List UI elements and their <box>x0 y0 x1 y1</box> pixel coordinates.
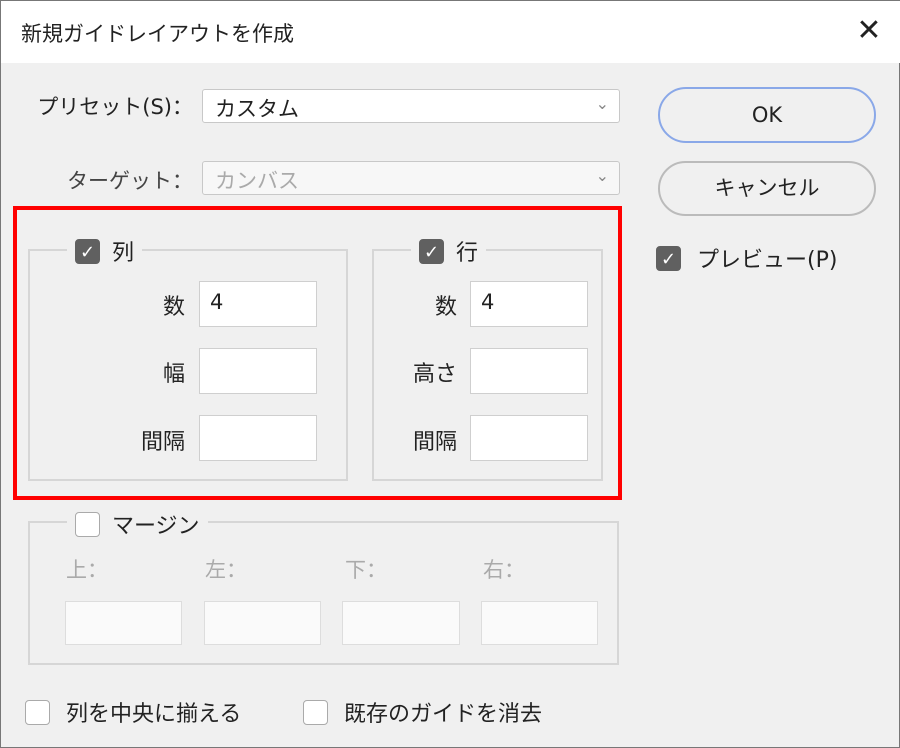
margin-bottom-input[interactable] <box>342 601 460 645</box>
columns-gutter-input[interactable] <box>199 415 317 461</box>
checkbox-checked-icon: ✓ <box>419 238 444 264</box>
margin-label: マージン <box>112 514 200 539</box>
checkbox-unchecked-icon <box>25 699 50 725</box>
margin-bottom-label: 下： <box>345 558 387 582</box>
rows-gutter-label: 間隔 <box>412 430 457 455</box>
columns-count-input[interactable]: 4 <box>199 281 317 327</box>
checkbox-unchecked-icon <box>75 511 100 537</box>
target-select[interactable]: カンバス ⌄ <box>202 161 620 195</box>
rows-height-input[interactable] <box>470 348 588 394</box>
chevron-down-icon: ⌄ <box>595 166 609 185</box>
rows-checkbox[interactable]: ✓ 行 <box>411 235 487 267</box>
columns-checkbox[interactable]: ✓ 列 <box>67 235 143 267</box>
ok-button[interactable]: OK <box>658 87 876 143</box>
margin-checkbox[interactable]: マージン <box>67 508 208 540</box>
clear-existing-checkbox[interactable]: 既存のガイドを消去 <box>303 696 542 728</box>
preset-select[interactable]: カスタム ⌄ <box>202 89 620 123</box>
rows-count-input[interactable]: 4 <box>470 281 588 327</box>
target-value: カンバス <box>215 169 299 193</box>
target-label: ターゲット： <box>67 169 193 193</box>
rows-height-label: 高さ <box>412 362 457 387</box>
rows-label: 行 <box>456 241 479 266</box>
margin-left-label: 左： <box>205 558 247 582</box>
columns-label: 列 <box>112 241 135 266</box>
center-columns-label: 列を中央に揃える <box>66 702 242 727</box>
margin-top-label: 上： <box>66 558 108 582</box>
margin-top-input[interactable] <box>65 601 182 645</box>
columns-count-label: 数 <box>162 295 185 320</box>
margin-right-input[interactable] <box>481 601 598 645</box>
rows-gutter-input[interactable] <box>470 415 588 461</box>
columns-width-input[interactable] <box>199 348 317 394</box>
columns-width-label: 幅 <box>162 362 185 387</box>
clear-existing-label: 既存のガイドを消去 <box>344 702 543 727</box>
margin-left-input[interactable] <box>204 601 321 645</box>
checkbox-unchecked-icon <box>303 699 328 725</box>
chevron-down-icon: ⌄ <box>595 94 609 113</box>
margin-right-label: 右： <box>483 558 525 582</box>
checkbox-checked-icon: ✓ <box>75 238 100 264</box>
preview-checkbox[interactable]: ✓ プレビュー(P) <box>656 242 837 274</box>
rows-count-label: 数 <box>434 295 457 320</box>
checkbox-checked-icon: ✓ <box>656 245 681 271</box>
preset-label: プリセット(S)： <box>37 95 193 119</box>
cancel-button[interactable]: キャンセル <box>658 161 876 216</box>
preset-value: カスタム <box>215 97 299 121</box>
preview-label: プレビュー(P) <box>697 248 838 273</box>
dialog-title: 新規ガイドレイアウトを作成 <box>21 22 294 46</box>
columns-gutter-label: 間隔 <box>140 430 185 455</box>
close-icon[interactable]: ✕ <box>851 11 887 51</box>
center-columns-checkbox[interactable]: 列を中央に揃える <box>25 696 241 728</box>
